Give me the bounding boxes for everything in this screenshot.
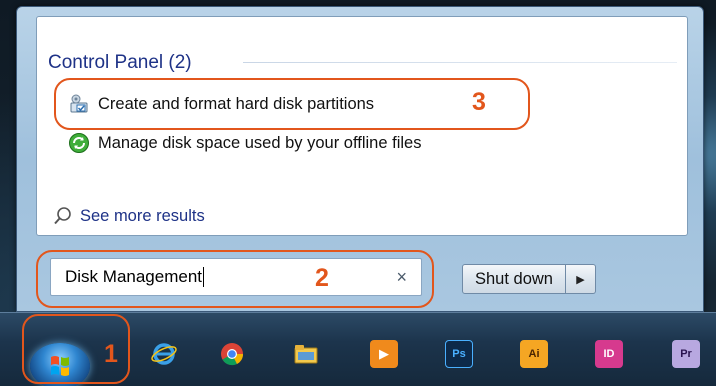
annotation-number-1: 1: [104, 340, 118, 368]
power-controls: Shut down ▶: [462, 264, 596, 294]
see-more-label: See more results: [80, 206, 205, 225]
section-divider: [243, 62, 677, 63]
annotation-number-2: 2: [315, 264, 329, 292]
start-search-input[interactable]: Disk Management ×: [50, 258, 422, 296]
windows-logo-icon: [51, 356, 69, 376]
result-item-label: Manage disk space used by your offline f…: [98, 133, 422, 152]
result-item-label: Create and format hard disk partitions: [98, 94, 375, 113]
clear-search-icon[interactable]: ×: [396, 267, 407, 288]
section-title[interactable]: Control Panel (2): [48, 52, 192, 74]
search-results-pane: [36, 16, 688, 236]
section-header: Control Panel (2): [48, 51, 192, 75]
annotation-number-3: 3: [472, 88, 486, 116]
internet-explorer-icon[interactable]: [150, 340, 178, 368]
file-explorer-icon[interactable]: [292, 340, 320, 368]
result-item-create-partitions[interactable]: Create and format hard disk partitions: [68, 92, 374, 116]
result-item-manage-offline[interactable]: Manage disk space used by your offline f…: [68, 131, 421, 155]
premiere-icon[interactable]: Pr: [672, 340, 700, 368]
start-button[interactable]: [30, 343, 90, 386]
disk-partition-icon: [68, 93, 90, 115]
illustrator-icon[interactable]: Ai: [520, 340, 548, 368]
indesign-icon[interactable]: ID: [595, 340, 623, 368]
search-icon: [52, 205, 74, 227]
media-player-icon[interactable]: ▶: [370, 340, 398, 368]
see-more-results-link[interactable]: See more results: [52, 204, 205, 228]
shutdown-options-arrow-icon[interactable]: ▶: [565, 264, 596, 294]
photoshop-icon[interactable]: Ps: [445, 340, 473, 368]
search-input-value: Disk Management: [65, 266, 205, 288]
chrome-icon[interactable]: [218, 340, 246, 368]
shutdown-button[interactable]: Shut down: [462, 264, 566, 294]
text-caret: [203, 267, 205, 288]
offline-files-icon: [68, 132, 90, 154]
